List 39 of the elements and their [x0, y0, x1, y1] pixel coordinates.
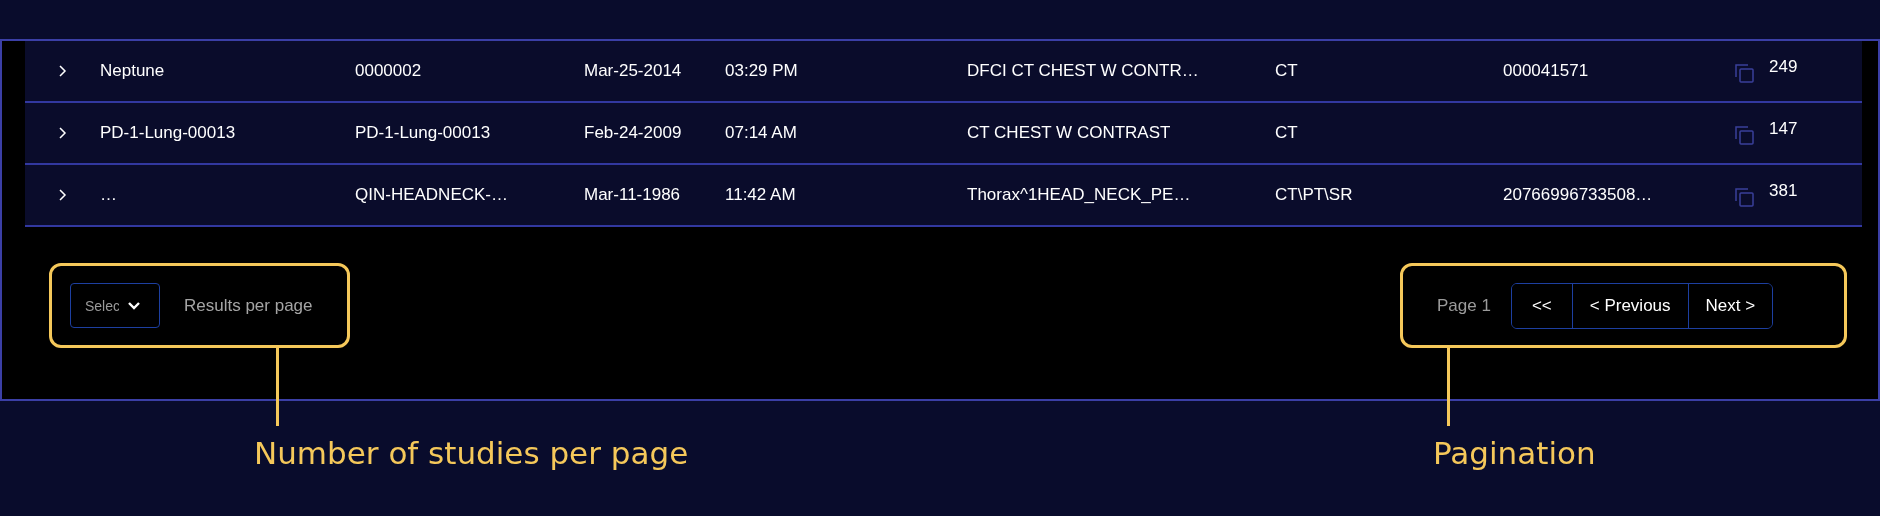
series-stack-icon: [1735, 64, 1755, 84]
table-cell-text: Thorax^1HEAD_NECK_PE…: [967, 185, 1192, 205]
series-stack-icon: [1735, 188, 1755, 208]
table-cell-text: CT CHEST W CONTRAST: [967, 123, 1172, 143]
chevron-right-icon[interactable]: [58, 64, 67, 78]
table-cell-text: QIN-HEADNECK-…: [355, 185, 509, 205]
chevron-right-icon[interactable]: [58, 126, 67, 140]
chevron-right-icon[interactable]: [58, 188, 67, 202]
table-cell: 381: [1769, 181, 1798, 201]
table-cell: 000041571: [1503, 61, 1589, 80]
table-cell: 249: [1769, 57, 1798, 77]
table-cell-text: CT: [1275, 61, 1299, 81]
table-cell-text: 07:14 AM: [725, 123, 798, 143]
table-cell-text: PD-1-Lung-00013: [100, 123, 237, 143]
series-stack-icon: [1735, 126, 1755, 146]
annotation-label: Number of studies per page: [254, 435, 689, 471]
table-cell-text: 03:29 PM: [725, 61, 799, 81]
study-row[interactable]: Neptune 0000002 Mar-25-2014 03:29 PM DFCI CT CHEST W CONTR… CT 000041571 249: [25, 41, 1862, 103]
table-cell-text: Neptune: [100, 61, 166, 81]
table-cell: 20766996733508…: [1503, 185, 1653, 204]
table-cell-text: Mar-11-1986: [584, 185, 682, 205]
results-per-page-select[interactable]: Selec: [70, 283, 160, 328]
table-cell-text: …: [100, 185, 118, 205]
table-cell-text: CT: [1275, 123, 1299, 143]
table-cell-text: 11:42 AM: [725, 185, 797, 205]
study-row[interactable]: PD-1-Lung-00013 PD-1-Lung-00013 Feb-24-2009 07:14 AM CT CHEST W CONTRAST CT 147: [25, 103, 1862, 165]
table-cell-text: DFCI CT CHEST W CONTR…: [967, 61, 1200, 81]
table-cell-text: Feb-24-2009: [584, 123, 683, 143]
study-row[interactable]: … QIN-HEADNECK-… Mar-11-1986 11:42 AM Thorax^1HEAD_NECK_PE… CT\PT\SR 20766996733508… 381: [25, 165, 1862, 227]
table-cell-text: 0000002: [355, 61, 423, 81]
table-cell-text: CT\PT\SR: [1275, 185, 1354, 205]
page-number: Page 1: [1437, 295, 1491, 316]
pagination-button[interactable]: Next >: [1687, 283, 1773, 328]
results-per-page-label: Results per page: [184, 295, 313, 316]
table-cell-text: PD-1-Lung-00013: [355, 123, 492, 143]
annotation-label: Pagination: [1433, 435, 1596, 471]
table-cell-text: Mar-25-2014: [584, 61, 683, 81]
table-cell: 147: [1769, 119, 1798, 139]
chevron-down-icon: [127, 301, 141, 310]
